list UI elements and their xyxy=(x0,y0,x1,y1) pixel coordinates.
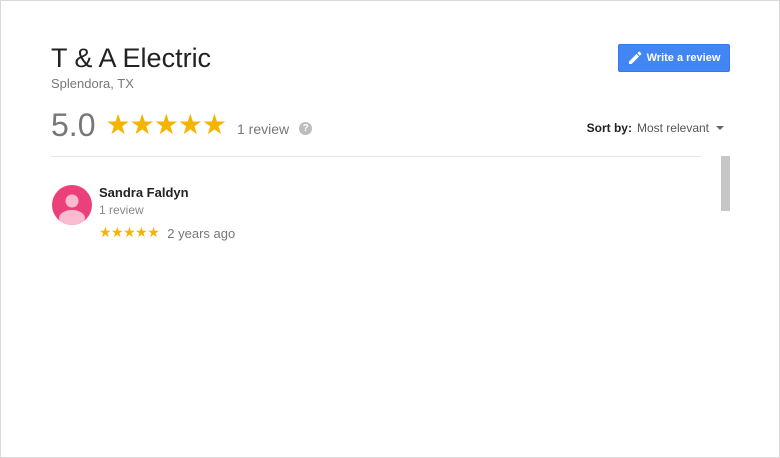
reviewer-name[interactable]: Sandra Faldyn xyxy=(99,185,189,201)
chevron-down-icon xyxy=(716,126,724,130)
scrollbar-thumb[interactable] xyxy=(721,156,730,211)
business-name: T & A Electric xyxy=(51,43,212,73)
review-date: 2 years ago xyxy=(167,225,236,241)
reviews-dialog: T & A Electric Splendora, TX Write a rev… xyxy=(0,0,780,458)
average-rating: 5.0 xyxy=(51,107,96,143)
sort-label: Sort by: xyxy=(586,121,632,135)
sort-value: Most relevant xyxy=(636,121,709,135)
write-review-label: Write a review xyxy=(646,52,721,64)
rating-summary: 5.0 ★★★★★ 1 review ? xyxy=(51,105,313,145)
reviewer-review-count: 1 review xyxy=(99,203,144,217)
rating-stars: ★★★★★ xyxy=(105,108,227,141)
pencil-icon xyxy=(628,51,642,65)
review-meta: ★★★★★ 2 years ago xyxy=(99,225,235,241)
write-review-button[interactable]: Write a review xyxy=(618,44,730,72)
avatar[interactable] xyxy=(52,185,92,225)
review-stars: ★★★★★ xyxy=(99,225,160,241)
person-icon xyxy=(59,194,85,225)
sort-dropdown[interactable]: Sort by: Most relevant xyxy=(587,121,724,135)
divider xyxy=(51,156,701,157)
total-review-count[interactable]: 1 review xyxy=(237,121,289,137)
help-icon[interactable]: ? xyxy=(299,121,313,135)
business-location: Splendora, TX xyxy=(51,76,134,91)
